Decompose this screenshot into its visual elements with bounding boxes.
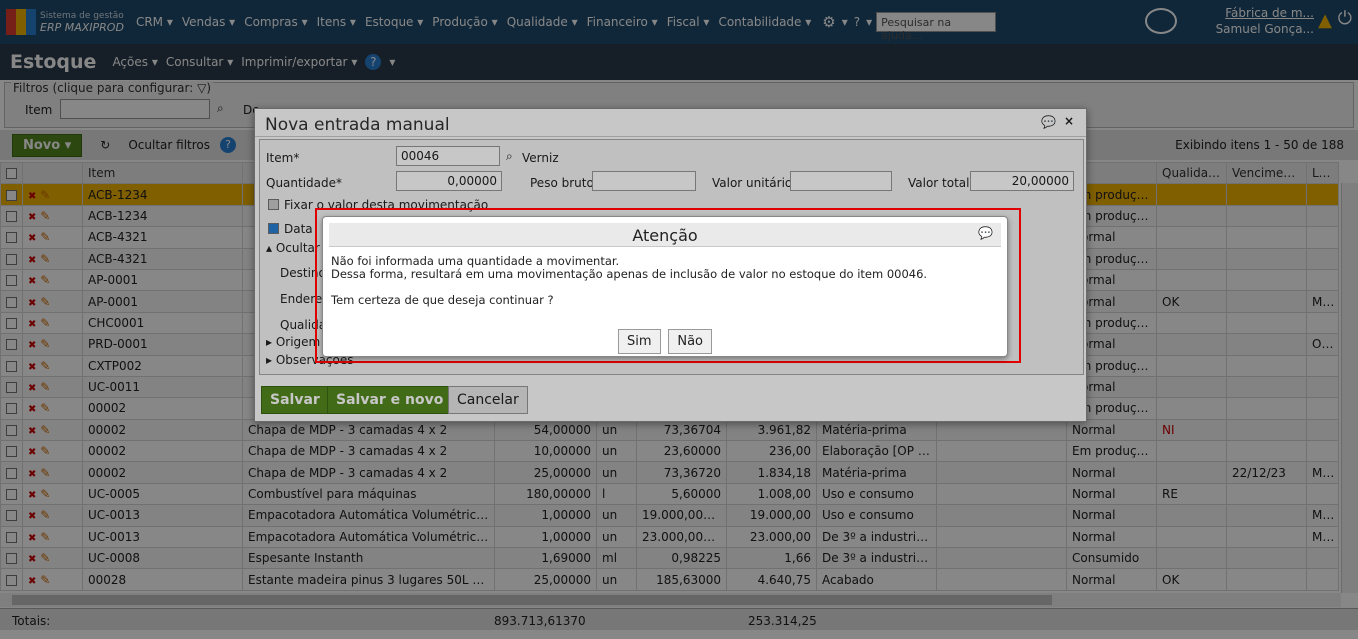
atencao-dialog: Atenção 💬 Não foi informada uma quantidad… (322, 216, 1008, 357)
atencao-title: Atenção 💬 (329, 223, 1001, 247)
message-line-3: Tem certeza de que deseja continuar ? (331, 293, 554, 307)
nao-button[interactable]: Não (668, 329, 712, 354)
atencao-title-text: Atenção (632, 226, 698, 245)
sim-button[interactable]: Sim (617, 329, 661, 354)
chat-bubble-icon[interactable]: 💬 (978, 226, 993, 240)
message-line-2: Dessa forma, resultará em uma movimentaç… (331, 267, 928, 281)
atencao-message: Não foi informada uma quantidade a movim… (323, 247, 1007, 307)
